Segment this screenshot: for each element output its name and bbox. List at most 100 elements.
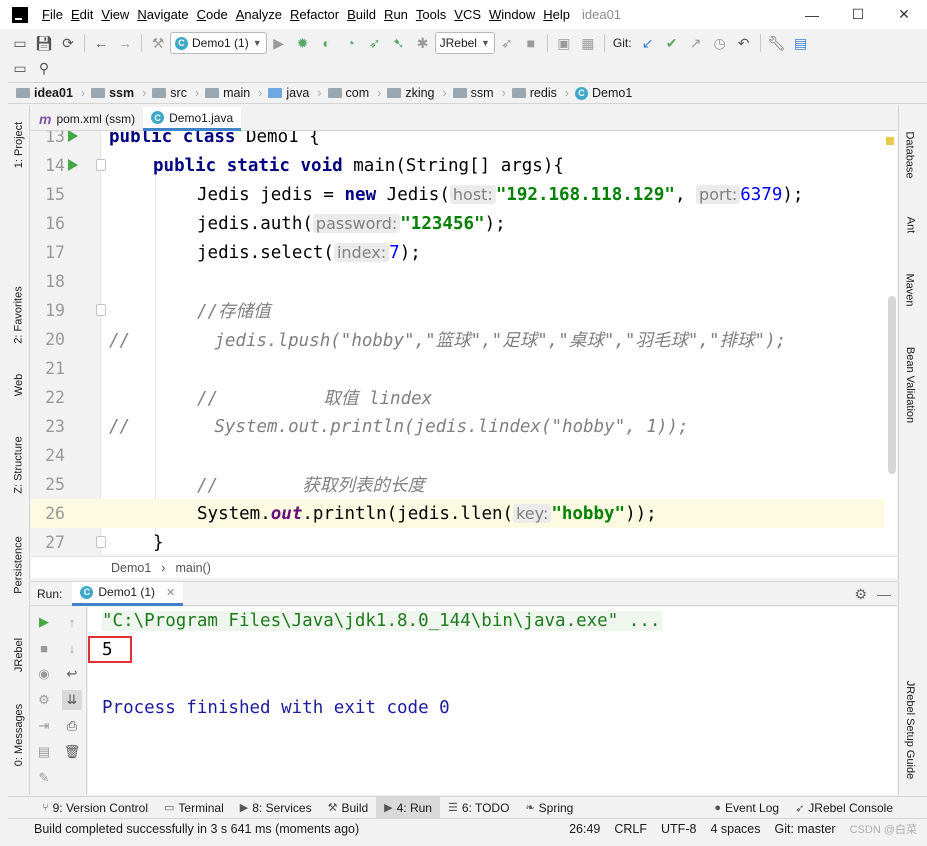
maximize-button[interactable]: ☐ <box>835 0 881 29</box>
arrow-up-icon[interactable]: ↑ <box>62 612 82 632</box>
bottom-tab-event-log[interactable]: ● Event Log <box>706 797 787 819</box>
breadcrumb-ssm-package[interactable]: ssm › <box>452 86 512 100</box>
bottom-tab-run[interactable]: ▶ 4: Run <box>376 796 440 819</box>
breadcrumb-demo1[interactable]: C Demo1 <box>575 86 638 100</box>
fold-marker-icon[interactable] <box>96 304 106 316</box>
layout-icon[interactable]: ▤ <box>34 742 54 762</box>
menu-build[interactable]: Build <box>343 7 380 22</box>
jrebel-update-icon[interactable]: ➶ <box>495 32 519 54</box>
git-history-icon[interactable]: ◷ <box>708 32 732 54</box>
trash-icon[interactable]: 🗑︎ <box>62 742 82 762</box>
jrebel-select[interactable]: JRebel ▼ <box>434 32 495 54</box>
bottom-tab-build[interactable]: ⚒ Build <box>320 797 377 819</box>
bottom-tab-spring[interactable]: ❧ Spring <box>517 797 581 819</box>
project-structure-blue-icon[interactable]: ▤ <box>789 32 813 54</box>
menu-view[interactable]: View <box>97 7 133 22</box>
menu-navigate[interactable]: Navigate <box>133 7 192 22</box>
menu-code[interactable]: Code <box>193 7 232 22</box>
status-message[interactable]: Build completed successfully in 3 s 641 … <box>8 822 359 836</box>
tool-tab-project[interactable]: 1: Project <box>8 115 30 175</box>
code-editor[interactable]: 13 public class Demo1 { 14 public static… <box>31 131 897 554</box>
print-icon[interactable]: ⎙ <box>62 716 82 736</box>
minimize-button[interactable]: — <box>789 0 835 29</box>
open-folder-icon[interactable]: ▭ <box>8 32 32 54</box>
gear-icon[interactable]: ⚙ <box>854 586 867 603</box>
menu-file[interactable]: File <box>38 7 67 22</box>
login-icon[interactable]: ⇥ <box>34 716 54 736</box>
coverage-icon[interactable]: ◐ <box>315 32 339 54</box>
rerun-icon[interactable]: ▶ <box>34 612 54 632</box>
indent-setting[interactable]: 4 spaces <box>710 822 760 836</box>
fold-marker-icon[interactable] <box>96 536 106 548</box>
camera-icon[interactable]: ◉ <box>34 664 54 684</box>
breadcrumb-ssm[interactable]: ssm › <box>91 86 152 100</box>
git-update-icon[interactable]: ↙ <box>636 32 660 54</box>
attach-debugger-icon[interactable]: ✱ <box>411 32 435 54</box>
console-output[interactable]: "C:\Program Files\Java\jdk1.8.0_144\bin\… <box>88 607 897 795</box>
soft-wrap-icon[interactable]: ↩ <box>62 664 82 684</box>
tool-tab-web[interactable]: Web <box>8 370 30 400</box>
git-push-icon[interactable]: ↗ <box>684 32 708 54</box>
bottom-tab-terminal[interactable]: ▭ Terminal <box>156 797 232 819</box>
run-gutter-icon[interactable] <box>68 159 78 171</box>
breadcrumb-redis[interactable]: redis › <box>511 86 575 100</box>
scroll-to-end-icon[interactable]: ⇊ <box>62 690 82 710</box>
tool-tab-persistence[interactable]: Persistence <box>8 530 30 600</box>
breadcrumb-com[interactable]: com › <box>327 86 388 100</box>
breadcrumb-idea01[interactable]: idea01 › <box>16 86 91 100</box>
bottom-tab-todo[interactable]: ☰ 6: TODO <box>440 797 517 819</box>
tool-tab-bean-validation[interactable]: Bean Validation <box>899 335 921 435</box>
sdk-icon[interactable]: ▦ <box>576 32 600 54</box>
bottom-tab-jrebel-console[interactable]: ➶ JRebel Console <box>787 797 901 819</box>
tab-pom-xml[interactable]: m pom.xml (ssm) <box>31 107 143 131</box>
jrebel-debug-icon[interactable]: ➷ <box>387 32 411 54</box>
tool-tab-maven[interactable]: Maven <box>899 265 921 315</box>
tool-tab-structure[interactable]: Z: Structure <box>8 430 30 500</box>
stop-icon[interactable]: ■ <box>519 32 543 54</box>
project-structure-icon[interactable]: ▣ <box>552 32 576 54</box>
close-icon[interactable]: ✕ <box>166 586 175 599</box>
menu-run[interactable]: Run <box>380 7 412 22</box>
inspection-status-icon[interactable] <box>886 137 894 145</box>
file-encoding[interactable]: UTF-8 <box>661 822 696 836</box>
build-hammer-icon[interactable]: ⚒ <box>146 32 170 54</box>
debug-icon[interactable]: ✹ <box>291 32 315 54</box>
run-tab-demo1[interactable]: C Demo1 (1) ✕ <box>72 581 184 606</box>
menu-vcs[interactable]: VCS <box>450 7 485 22</box>
jrebel-run-icon[interactable]: ➶ <box>363 32 387 54</box>
caret-position[interactable]: 26:49 <box>569 822 600 836</box>
tool-tab-favorites[interactable]: 2: Favorites <box>8 275 30 355</box>
arrow-down-icon[interactable]: ↓ <box>62 638 82 658</box>
tool-tab-database[interactable]: Database <box>899 125 921 185</box>
menu-refactor[interactable]: Refactor <box>286 7 343 22</box>
back-icon[interactable]: ← <box>89 32 113 54</box>
bottom-tab-version-control[interactable]: ⑂ 9: Version Control <box>34 797 156 819</box>
settings-wrench-icon[interactable]: 🔧︎ <box>765 32 789 54</box>
editor-scrollbar-thumb[interactable] <box>888 296 896 474</box>
pin-icon[interactable]: ✎ <box>34 768 54 788</box>
tool-tab-messages[interactable]: 0: Messages <box>8 700 30 770</box>
tool-tab-jrebel[interactable]: JRebel <box>8 630 30 680</box>
menu-tools[interactable]: Tools <box>412 7 450 22</box>
menu-analyze[interactable]: Analyze <box>232 7 286 22</box>
git-branch[interactable]: Git: master <box>774 822 835 836</box>
git-rollback-icon[interactable]: ↶ <box>732 32 756 54</box>
tool-tab-ant[interactable]: Ant <box>899 205 921 245</box>
settings-icon[interactable]: ⚙ <box>34 690 54 710</box>
bottom-tab-services[interactable]: ▶ 8: Services <box>232 797 320 819</box>
tab-demo1-java[interactable]: C Demo1.java <box>143 107 242 131</box>
line-separator[interactable]: CRLF <box>614 822 647 836</box>
breadcrumb-main[interactable]: main › <box>205 86 268 100</box>
terminal-icon[interactable]: ▭ <box>8 57 32 79</box>
forward-icon[interactable]: → <box>113 32 137 54</box>
run-gutter-icon[interactable] <box>68 131 78 142</box>
save-all-icon[interactable]: 💾︎ <box>32 32 56 54</box>
breadcrumb-java[interactable]: java › <box>268 86 327 100</box>
sync-icon[interactable]: ⟳ <box>56 32 80 54</box>
hide-panel-icon[interactable]: — <box>877 586 891 603</box>
editor-breadcrumb-method[interactable]: main() <box>175 561 210 575</box>
menu-edit[interactable]: Edit <box>67 7 97 22</box>
breadcrumb-src[interactable]: src › <box>152 86 205 100</box>
editor-breadcrumb-class[interactable]: Demo1 <box>111 561 151 575</box>
breadcrumb-zking[interactable]: zking › <box>387 86 452 100</box>
